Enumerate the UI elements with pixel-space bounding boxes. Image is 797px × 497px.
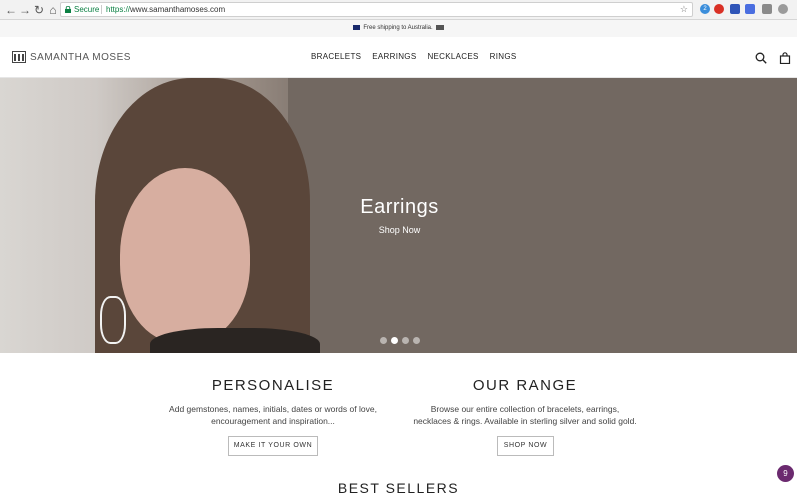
logo-mark-icon bbox=[12, 51, 26, 63]
url-domain: www.samanthamoses.com bbox=[130, 5, 226, 14]
announcement-text: Free shipping to Australia. bbox=[363, 25, 433, 31]
nav-earrings[interactable]: EARRINGS bbox=[372, 52, 416, 61]
our-range-title: OUR RANGE bbox=[472, 377, 578, 394]
personalise-description: Add gemstones, names, initials, dates or… bbox=[153, 403, 393, 427]
truck-icon bbox=[435, 24, 444, 30]
earring-image bbox=[100, 296, 126, 344]
main-nav: BRACELETS EARRINGS NECKLACES RINGS bbox=[311, 52, 527, 61]
personalise-line-1: Add gemstones, names, initials, dates or… bbox=[169, 404, 377, 414]
cart-bag-icon[interactable] bbox=[779, 52, 791, 64]
extension-icon-2[interactable] bbox=[730, 4, 740, 14]
logo[interactable]: SAMANTHA MOSES bbox=[12, 51, 131, 63]
lock-icon bbox=[65, 6, 71, 13]
hero-model-shirt bbox=[150, 328, 320, 353]
shop-now-button[interactable]: SHOP NOW bbox=[497, 436, 554, 456]
divider bbox=[101, 5, 102, 14]
hero-slider[interactable]: Earrings Shop Now bbox=[0, 78, 797, 353]
extension-badge: 2 bbox=[703, 6, 707, 12]
logo-text: SAMANTHA MOSES bbox=[30, 51, 131, 63]
back-icon[interactable]: ← bbox=[4, 3, 18, 17]
browser-toolbar: ← → ↻ ⌂ Secure https://www.samanthamoses… bbox=[0, 0, 797, 20]
our-range-description: Browse our entire collection of bracelet… bbox=[405, 403, 645, 427]
nav-bracelets[interactable]: BRACELETS bbox=[311, 52, 361, 61]
nav-rings[interactable]: RINGS bbox=[490, 52, 517, 61]
announcement-bar: Free shipping to Australia. bbox=[0, 20, 797, 37]
url-text: https://www.samanthamoses.com bbox=[106, 3, 225, 16]
slider-dots bbox=[380, 337, 424, 344]
hero-shop-now-link[interactable]: Shop Now bbox=[300, 225, 499, 235]
nav-necklaces[interactable]: NECKLACES bbox=[427, 52, 478, 61]
bookmark-star-icon[interactable]: ☆ bbox=[680, 3, 688, 16]
slider-dot-2[interactable] bbox=[391, 337, 398, 344]
chat-badge: 9 bbox=[783, 469, 788, 478]
australia-flag-icon bbox=[353, 24, 361, 30]
personalise-title: PERSONALISE bbox=[211, 377, 335, 394]
slider-dot-3[interactable] bbox=[402, 337, 409, 344]
forward-icon[interactable]: → bbox=[18, 3, 32, 17]
address-bar[interactable]: Secure https://www.samanthamoses.com ☆ bbox=[60, 2, 693, 17]
hero-title: Earrings bbox=[360, 196, 439, 218]
settings-icon[interactable] bbox=[778, 4, 788, 14]
our-range-line-2: necklaces & rings. Available in sterling… bbox=[413, 416, 637, 426]
translate-icon[interactable] bbox=[745, 4, 755, 14]
secure-label: Secure bbox=[74, 5, 100, 14]
best-sellers-heading: BEST SELLERS bbox=[337, 480, 460, 496]
extension-icon[interactable]: 2 bbox=[700, 4, 710, 14]
personalise-line-2: encouragement and inspiration... bbox=[211, 416, 335, 426]
slider-dot-1[interactable] bbox=[380, 337, 387, 344]
search-icon[interactable] bbox=[755, 52, 767, 64]
home-icon[interactable]: ⌂ bbox=[46, 3, 60, 17]
make-it-your-own-button[interactable]: MAKE IT YOUR OWN bbox=[228, 436, 318, 456]
our-range-line-1: Browse our entire collection of bracelet… bbox=[430, 404, 620, 414]
extension-icon-3[interactable] bbox=[762, 4, 772, 14]
site-header: SAMANTHA MOSES BRACELETS EARRINGS NECKLA… bbox=[0, 37, 797, 78]
chat-widget-button[interactable]: 9 bbox=[777, 465, 794, 482]
url-protocol: https:// bbox=[106, 5, 131, 14]
hero-model-face bbox=[120, 168, 250, 343]
adblock-icon[interactable] bbox=[714, 4, 724, 14]
reload-icon[interactable]: ↻ bbox=[32, 3, 46, 17]
slider-dot-4[interactable] bbox=[413, 337, 420, 344]
